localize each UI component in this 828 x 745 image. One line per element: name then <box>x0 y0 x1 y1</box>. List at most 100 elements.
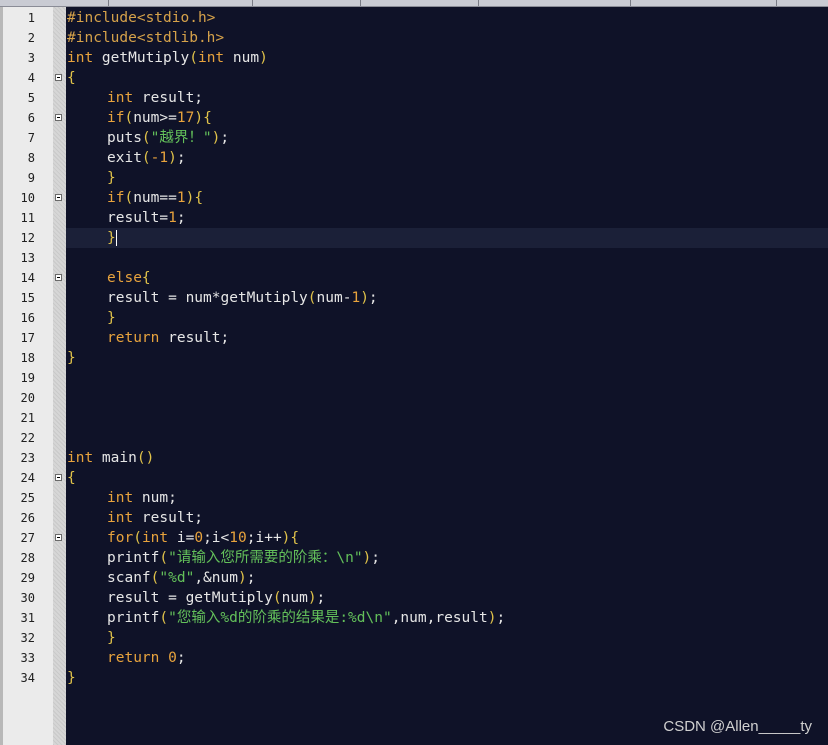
code-line[interactable]: 10 if(num==1){ <box>0 188 828 208</box>
code-token: ,num,result <box>391 610 488 626</box>
code-line[interactable]: 17 return result; <box>0 328 828 348</box>
line-number: 16 <box>20 311 35 325</box>
code-line[interactable]: 8 exit(-1); <box>0 148 828 168</box>
code-text: } <box>107 168 116 188</box>
line-number: 10 <box>20 191 35 205</box>
code-token: ( <box>141 150 151 166</box>
code-line[interactable]: 2 #include<stdlib.h> <box>0 28 828 48</box>
code-token: ; <box>220 130 230 146</box>
code-token: puts <box>107 130 142 146</box>
line-highlight <box>66 468 828 488</box>
code-line[interactable]: 25 int num; <box>0 488 828 508</box>
code-token: exit <box>107 150 142 166</box>
line-number: 31 <box>20 611 35 625</box>
fold-toggle-icon[interactable] <box>55 534 62 541</box>
code-line[interactable]: 4{ <box>0 68 828 88</box>
code-line[interactable]: 1 #include<stdio.h> <box>0 8 828 28</box>
code-token: #include<stdio.h> <box>67 10 216 26</box>
code-editor[interactable]: 1 #include<stdio.h> 2 #include<stdlib.h> 3 in… <box>0 7 828 745</box>
code-text: int getMutiply(int num) <box>67 48 268 68</box>
code-token: ; <box>176 210 186 226</box>
code-line[interactable]: 3 int getMutiply(int num) <box>0 48 828 68</box>
code-line[interactable]: 20 <box>0 388 828 408</box>
code-line[interactable]: 16} <box>0 308 828 328</box>
code-token: int <box>67 450 94 466</box>
code-line[interactable]: 13 <box>0 248 828 268</box>
code-text: printf("您输入%d的阶乘的结果是:%d\n",num,result); <box>107 608 505 628</box>
code-token: int <box>197 50 225 66</box>
code-token: "您输入%d的阶乘的结果是:%d\n" <box>168 610 392 626</box>
code-line[interactable]: 18} <box>0 348 828 368</box>
code-text: puts("越界！"); <box>107 128 229 148</box>
code-token: { <box>67 470 76 486</box>
line-highlight <box>66 248 828 268</box>
code-line[interactable]: 7 puts("越界！"); <box>0 128 828 148</box>
code-token: num <box>281 590 308 606</box>
code-line[interactable]: 14 else{ <box>0 268 828 288</box>
code-token: () <box>136 450 155 466</box>
code-line[interactable]: 32} <box>0 628 828 648</box>
code-token: #include<stdlib.h> <box>67 30 225 46</box>
code-line[interactable]: 30 result = getMutiply(num); <box>0 588 828 608</box>
code-line[interactable]: 26 int result; <box>0 508 828 528</box>
line-highlight <box>66 488 828 508</box>
code-token: num- <box>316 290 352 306</box>
code-token: } <box>107 170 116 186</box>
code-line[interactable]: 31 printf("您输入%d的阶乘的结果是:%d\n",num,result)… <box>0 608 828 628</box>
code-line[interactable]: 27 for(int i=0;i<10;i++){ <box>0 528 828 548</box>
code-token: ; <box>316 590 326 606</box>
fold-toggle-icon[interactable] <box>55 274 62 281</box>
line-highlight <box>66 168 828 188</box>
code-token: result= <box>107 210 169 226</box>
code-token: printf <box>107 550 160 566</box>
code-line[interactable]: 5 int result; <box>0 88 828 108</box>
fold-toggle-icon[interactable] <box>55 474 62 481</box>
line-number: 29 <box>20 571 35 585</box>
code-text: } <box>67 348 76 368</box>
code-line[interactable]: 34} <box>0 668 828 688</box>
fold-toggle-icon[interactable] <box>55 114 62 121</box>
code-text: scanf("%d",&num); <box>107 568 255 588</box>
fold-toggle-icon[interactable] <box>55 194 62 201</box>
line-number: 28 <box>20 551 35 565</box>
code-token: if <box>107 110 125 126</box>
line-highlight <box>66 428 828 448</box>
code-line[interactable]: 9} <box>0 168 828 188</box>
line-number: 1 <box>27 11 35 25</box>
code-token: ( <box>124 110 134 126</box>
code-text: result=1; <box>107 208 186 228</box>
code-token: } <box>107 310 116 326</box>
code-text: return 0; <box>107 648 186 668</box>
code-text: result = getMutiply(num); <box>107 588 325 608</box>
code-line[interactable]: 21 <box>0 408 828 428</box>
code-token: int <box>107 490 134 506</box>
code-token: scanf <box>107 570 151 586</box>
code-line[interactable]: 28 printf("请输入您所需要的阶乘：\n"); <box>0 548 828 568</box>
code-token: else <box>107 270 142 286</box>
code-line[interactable]: 29 scanf("%d",&num); <box>0 568 828 588</box>
code-line[interactable]: 12} <box>0 228 828 248</box>
editor-tab-strip <box>0 0 828 7</box>
code-text: if(num==1){ <box>107 188 203 208</box>
code-token: 1 <box>176 190 186 206</box>
code-token: 1 <box>351 290 361 306</box>
code-token: result = num*getMutiply <box>107 290 308 306</box>
code-token: return <box>107 330 160 346</box>
code-line[interactable]: 24 { <box>0 468 828 488</box>
code-line[interactable]: 33 return 0; <box>0 648 828 668</box>
fold-toggle-icon[interactable] <box>55 74 62 81</box>
code-line[interactable]: 19 <box>0 368 828 388</box>
code-line[interactable]: 15 result = num*getMutiply(num-1); <box>0 288 828 308</box>
code-text: for(int i=0;i<10;i++){ <box>107 528 299 548</box>
line-number: 26 <box>20 511 35 525</box>
code-line[interactable]: 22 <box>0 428 828 448</box>
code-token: int <box>107 90 134 106</box>
code-token: { <box>290 530 300 546</box>
code-line[interactable]: 6 if(num>=17){ <box>0 108 828 128</box>
code-token: ( <box>307 290 317 306</box>
code-line[interactable]: 23 int main() <box>0 448 828 468</box>
code-token: getMutiply <box>93 50 190 66</box>
code-token: { <box>203 110 212 126</box>
line-number: 8 <box>27 151 35 165</box>
code-line[interactable]: 11 result=1; <box>0 208 828 228</box>
